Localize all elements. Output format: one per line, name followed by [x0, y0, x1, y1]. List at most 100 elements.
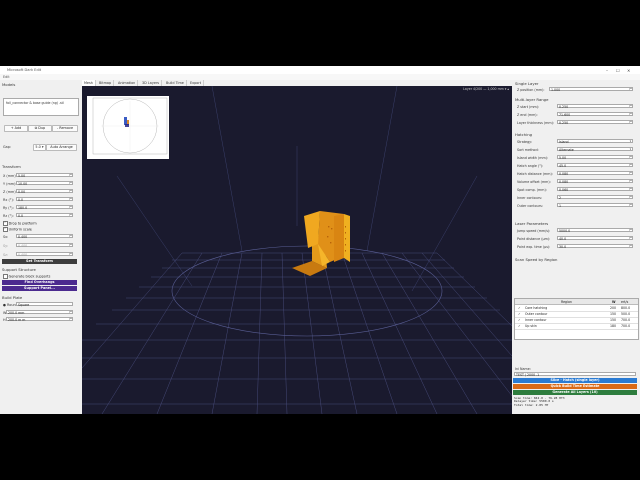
- z-field[interactable]: 0.00 ▴▾: [16, 189, 73, 194]
- top-view-plot: [92, 97, 168, 155]
- outer-contours-field[interactable]: 1 ▴▾: [557, 203, 633, 208]
- ini-name-field[interactable]: TEST / 2000 .1: [514, 372, 636, 377]
- slice-hatch-button[interactable]: Slice - Hatch (single layer): [513, 378, 637, 384]
- row-w[interactable]: 150: [610, 318, 616, 322]
- sy-field[interactable]: 0.400 ▴▾: [16, 243, 73, 248]
- sz-spinner[interactable]: ▴▾: [68, 253, 73, 256]
- outer-contours-spinner[interactable]: ▴▾: [628, 204, 633, 207]
- plate-width-value: 200.0 mm: [8, 311, 25, 315]
- quick-build-time-button[interactable]: Quick Build Time Estimate: [513, 384, 637, 390]
- plate-height-field[interactable]: 200.0 m m ▴▾: [6, 317, 73, 322]
- plate-height-spinner[interactable]: ▴▾: [68, 318, 73, 321]
- layer-thickness-label: Layer thickness (mm):: [517, 121, 554, 125]
- jump-speed-spinner[interactable]: ▴▾: [628, 229, 633, 232]
- z-position-field[interactable]: 1.000 ▴▾: [549, 87, 633, 92]
- rx-spinner[interactable]: ▴▾: [68, 198, 73, 201]
- row-check-icon[interactable]: ✓: [518, 324, 521, 328]
- hatch-distance-field[interactable]: 0.080 ▴▾: [557, 171, 633, 176]
- model-file-item[interactable]: foil_connector & base guide (ng) .stl: [6, 101, 64, 105]
- sy-spinner[interactable]: ▴▾: [68, 244, 73, 247]
- remove-model-button[interactable]: - Remove: [52, 125, 78, 132]
- inner-contours-spinner[interactable]: ▴▾: [628, 196, 633, 199]
- add-model-button[interactable]: + Add: [4, 125, 28, 132]
- ry-field[interactable]: 180.0 ▴▾: [16, 205, 73, 210]
- find-overhangs-button[interactable]: Find Overhangs: [2, 280, 77, 285]
- point-exp-time-spinner[interactable]: ▴▾: [628, 245, 633, 248]
- sort-method-select[interactable]: Alternate ▾: [557, 147, 633, 152]
- jump-speed-field[interactable]: 5000.0 ▴▾: [557, 228, 633, 233]
- row-w[interactable]: 150: [610, 312, 616, 316]
- z-label: Z (mm):: [3, 190, 17, 194]
- duplicate-model-button[interactable]: ⧉ Dup: [28, 125, 52, 132]
- rx-field[interactable]: 0.0 ▴▾: [16, 197, 73, 202]
- plate-width-spinner[interactable]: ▴▾: [68, 311, 73, 314]
- hatch-angle-field[interactable]: 45.0 ▴▾: [557, 163, 633, 168]
- plate-shape-select[interactable]: Square: [16, 302, 73, 307]
- uniform-scale-checkbox[interactable]: ✓ Uniform scale: [3, 227, 32, 232]
- rx-label: Rx (°):: [3, 198, 14, 202]
- ry-spinner[interactable]: ▴▾: [68, 206, 73, 209]
- sz-field[interactable]: 0.400 ▴▾: [16, 252, 73, 257]
- layer-thickness-spinner[interactable]: ▴▾: [628, 121, 633, 124]
- 3d-viewport[interactable]: Layer 4/200 — 1,000 mm ▾ ▴: [82, 86, 512, 414]
- z-start-spinner[interactable]: ▴▾: [628, 105, 633, 108]
- spot-comp-field[interactable]: 0.060 ▴▾: [557, 187, 633, 192]
- layer-thickness-field[interactable]: 0.250 ▴▾: [557, 120, 633, 125]
- row-speed[interactable]: 800.0: [621, 306, 630, 310]
- set-transform-button[interactable]: Set Transform: [2, 259, 77, 264]
- y-value: 10.00: [18, 182, 28, 186]
- island-width-spinner[interactable]: ▴▾: [628, 156, 633, 159]
- strategy-select[interactable]: Island ▾: [557, 139, 633, 144]
- sx-field[interactable]: 0.400 ▴▾: [16, 234, 73, 239]
- z-start-field[interactable]: 0.250 ▴▾: [557, 104, 633, 109]
- point-exp-time-field[interactable]: 30.0 ▴▾: [557, 244, 633, 249]
- inner-contours-value: 2: [559, 196, 562, 200]
- generate-block-supports-checkbox[interactable]: Generate block supports: [3, 274, 50, 279]
- row-speed[interactable]: 700.0: [621, 318, 630, 322]
- volume-offset-field[interactable]: 0.080 ▴▾: [557, 179, 633, 184]
- model-part[interactable]: [292, 211, 350, 276]
- hatch-distance-spinner[interactable]: ▴▾: [628, 172, 633, 175]
- z-spinner[interactable]: ▴▾: [68, 190, 73, 193]
- island-width-field[interactable]: 5.00 ▴▾: [557, 155, 633, 160]
- models-list[interactable]: foil_connector & base guide (ng) .stl: [3, 98, 79, 116]
- sx-spinner[interactable]: ▴▾: [68, 235, 73, 238]
- x-spinner[interactable]: ▴▾: [68, 174, 73, 177]
- scan-speed-table: Region W ert/s ✓ Core hatching 200 800.0…: [514, 298, 639, 340]
- y-field[interactable]: 10.00 ▴▾: [16, 181, 73, 186]
- spot-comp-spinner[interactable]: ▴▾: [628, 188, 633, 191]
- maximize-icon[interactable]: ☐: [616, 68, 620, 73]
- row-check-icon[interactable]: ✓: [518, 306, 521, 310]
- hatch-angle-spinner[interactable]: ▴▾: [628, 164, 633, 167]
- menu-edit[interactable]: Edit: [3, 75, 10, 79]
- single-layer-heading: Single Layer: [515, 81, 539, 86]
- row-w[interactable]: 180: [610, 324, 616, 328]
- inner-contours-field[interactable]: 2 ▴▾: [557, 195, 633, 200]
- z-end-spinner[interactable]: ▴▾: [628, 113, 633, 116]
- plate-width-field[interactable]: 200.0 mm ▴▾: [6, 310, 73, 315]
- y-spinner[interactable]: ▴▾: [68, 182, 73, 185]
- table-row[interactable]: ✓ Up skin 180 700.0: [515, 323, 638, 330]
- row-w[interactable]: 200: [610, 306, 616, 310]
- close-icon[interactable]: ✕: [627, 68, 630, 73]
- hatch-distance-value: 0.080: [559, 172, 569, 176]
- point-distance-spinner[interactable]: ▴▾: [628, 237, 633, 240]
- speed-header: ert/s: [621, 299, 629, 304]
- z-position-spinner[interactable]: ▴▾: [628, 88, 633, 91]
- x-field[interactable]: 5.00 ▴▾: [16, 173, 73, 178]
- point-distance-field[interactable]: 40.0 ▴▾: [557, 236, 633, 241]
- row-check-icon[interactable]: ✓: [518, 312, 521, 316]
- drop-to-platform-checkbox[interactable]: ✓ Drop to platform: [3, 221, 37, 226]
- generate-all-layers-button[interactable]: Generate All Layers (10): [513, 390, 637, 396]
- rz-spinner[interactable]: ▴▾: [68, 214, 73, 217]
- gap-select[interactable]: 5.0 ▾: [33, 144, 46, 151]
- auto-arrange-button[interactable]: Auto Arrange: [46, 144, 77, 151]
- row-speed[interactable]: 700.0: [621, 324, 630, 328]
- z-end-field[interactable]: 71.600 ▴▾: [557, 112, 633, 117]
- rz-field[interactable]: 0.0 ▴▾: [16, 213, 73, 218]
- row-check-icon[interactable]: ✓: [518, 318, 521, 322]
- row-speed[interactable]: 500.0: [621, 312, 630, 316]
- support-panel-button[interactable]: Support Panel...: [2, 286, 77, 291]
- minimize-icon[interactable]: –: [606, 68, 608, 73]
- volume-offset-spinner[interactable]: ▴▾: [628, 180, 633, 183]
